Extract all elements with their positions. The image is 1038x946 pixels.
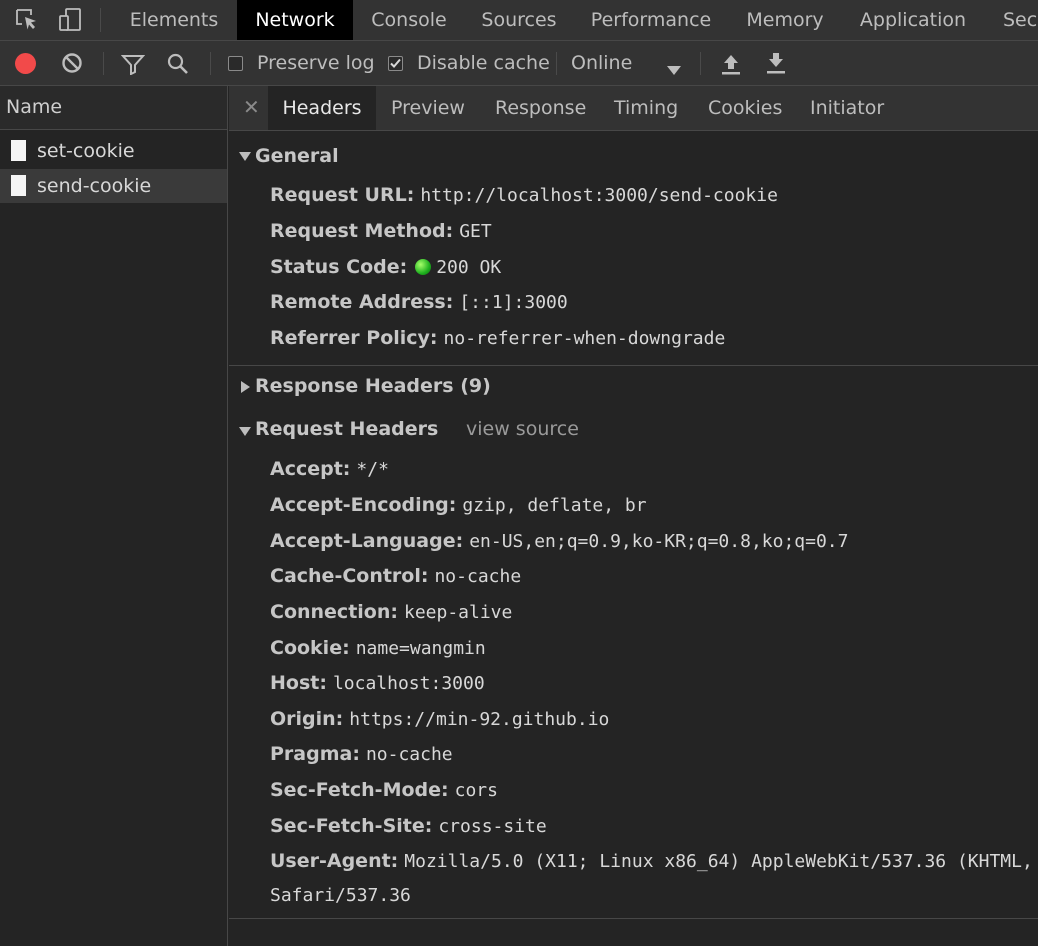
divider xyxy=(556,52,557,75)
collapse-triangle-icon[interactable] xyxy=(241,381,250,393)
request-header-row: Pragma: no-cache xyxy=(270,743,453,765)
tab-memory[interactable]: Memory xyxy=(735,0,835,40)
tab-headers[interactable]: Headers xyxy=(268,86,376,130)
request-row-send-cookie[interactable]: send-cookie xyxy=(0,169,227,203)
preserve-log-checkbox[interactable] xyxy=(228,56,243,71)
request-header-row: Sec-Fetch-Site: cross-site xyxy=(270,815,547,837)
tab-elements[interactable]: Elements xyxy=(118,0,230,40)
request-header-row-user-agent: User-Agent: Mozilla/5.0 (X11; Linux x86_6… xyxy=(270,850,1033,872)
divider xyxy=(103,52,104,75)
clear-icon[interactable] xyxy=(61,52,83,78)
request-header-row: Sec-Fetch-Mode: cors xyxy=(270,779,498,801)
document-icon xyxy=(11,140,26,161)
section-general-title[interactable]: General xyxy=(255,145,339,167)
status-ok-icon xyxy=(415,259,432,275)
view-source-link[interactable]: view source xyxy=(466,418,579,440)
request-name: send-cookie xyxy=(37,175,152,197)
name-column-header[interactable]: Name xyxy=(0,86,227,130)
divider xyxy=(100,8,101,32)
request-header-row: Host: localhost:3000 xyxy=(270,672,485,694)
tab-network[interactable]: Network xyxy=(237,0,353,40)
request-header-row: Accept-Language: en-US,en;q=0.9,ko-KR;q=0… xyxy=(270,530,849,552)
preserve-log-label: Preserve log xyxy=(257,52,375,74)
device-toolbar-icon[interactable] xyxy=(57,7,83,33)
tab-initiator[interactable]: Initiator xyxy=(810,86,884,130)
divider xyxy=(229,918,1038,919)
headers-panel: General Request URL: http://localhost:300… xyxy=(229,131,1038,946)
divider xyxy=(229,365,1038,366)
request-detail-tabbar: ✕ Headers Preview Response Timing Cookie… xyxy=(229,86,1038,131)
tab-preview[interactable]: Preview xyxy=(391,86,465,130)
devtools-panel-tabbar: Elements Network Console Sources Perform… xyxy=(0,0,1038,41)
general-row-remote-address: Remote Address: [::1]:3000 xyxy=(270,291,568,313)
user-agent-continuation: Safari/537.36 xyxy=(270,885,411,906)
section-response-headers-title[interactable]: Response Headers (9) xyxy=(255,375,491,397)
close-icon[interactable]: ✕ xyxy=(243,86,260,128)
general-row-request-url: Request URL: http://localhost:3000/send-c… xyxy=(270,184,778,206)
filter-icon[interactable] xyxy=(120,53,146,79)
tab-performance[interactable]: Performance xyxy=(580,0,722,40)
request-row-set-cookie[interactable]: set-cookie xyxy=(0,134,227,168)
expand-triangle-icon[interactable] xyxy=(239,427,251,436)
section-request-headers-title[interactable]: Request Headers xyxy=(255,418,438,440)
disable-cache-label: Disable cache xyxy=(417,52,550,74)
inspect-element-icon[interactable] xyxy=(14,7,40,33)
request-header-row: Cache-Control: no-cache xyxy=(270,565,522,587)
request-header-row: Connection: keep-alive xyxy=(270,601,513,623)
throttling-select[interactable]: Online xyxy=(571,41,632,86)
document-icon xyxy=(11,175,26,196)
disable-cache-checkbox[interactable] xyxy=(388,56,403,71)
tab-sources[interactable]: Sources xyxy=(470,0,568,40)
request-name: set-cookie xyxy=(37,140,135,162)
record-button[interactable] xyxy=(15,53,36,74)
tab-timing[interactable]: Timing xyxy=(614,86,678,130)
tab-cookies[interactable]: Cookies xyxy=(708,86,782,130)
request-header-row: Origin: https://min-92.github.io xyxy=(270,708,610,730)
import-har-icon[interactable] xyxy=(720,52,742,80)
tab-console[interactable]: Console xyxy=(360,0,458,40)
request-list: Name set-cookie send-cookie xyxy=(0,86,228,946)
tab-response[interactable]: Response xyxy=(495,86,586,130)
general-row-request-method: Request Method: GET xyxy=(270,220,492,242)
divider xyxy=(700,52,701,75)
export-har-icon[interactable] xyxy=(765,52,787,80)
search-icon[interactable] xyxy=(166,52,190,80)
expand-triangle-icon[interactable] xyxy=(239,152,251,161)
request-header-row: Accept-Encoding: gzip, deflate, br xyxy=(270,494,647,516)
tab-application[interactable]: Application xyxy=(848,0,978,40)
tab-security[interactable]: Secu xyxy=(990,0,1038,40)
divider xyxy=(210,52,211,75)
general-row-referrer-policy: Referrer Policy: no-referrer-when-downgra… xyxy=(270,327,726,349)
request-header-row: Cookie: name=wangmin xyxy=(270,637,486,659)
general-row-status-code: Status Code: 200 OK xyxy=(270,256,502,278)
chevron-down-icon[interactable] xyxy=(667,60,681,79)
network-toolbar: Preserve log Disable cache Online xyxy=(0,41,1038,86)
request-header-row: Accept: */* xyxy=(270,458,389,480)
